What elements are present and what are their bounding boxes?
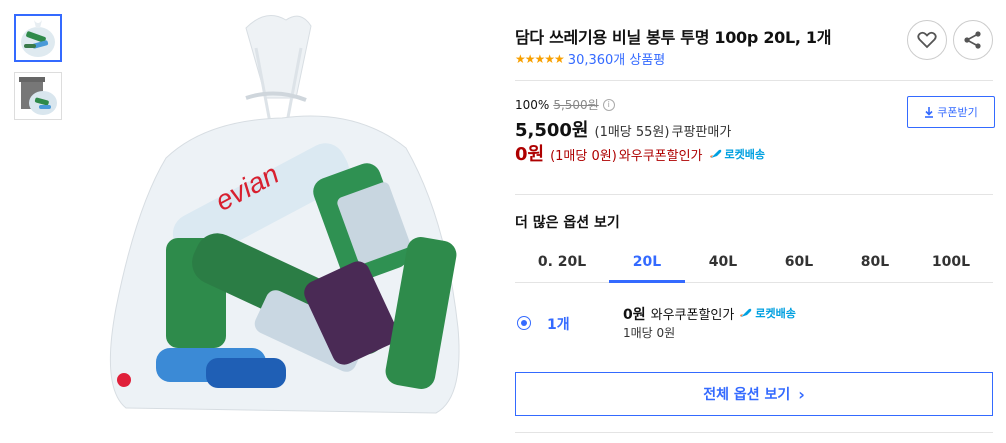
thumbnail-1[interactable]	[14, 14, 62, 62]
all-options-label: 전체 옵션 보기	[703, 387, 791, 403]
product-info-panel: 담다 쓰레기용 비닐 봉투 투명 100p 20L, 1개 ★★★★★ 30,3…	[515, 0, 995, 443]
discount-rate: 100%	[515, 97, 550, 112]
coupon-price: 0원	[515, 144, 545, 165]
option-price-tag: 와우쿠폰할인가	[650, 308, 735, 323]
option-tabs: 0. 20L 20L 40L 60L 80L 100L	[515, 250, 993, 283]
share-icon	[964, 31, 981, 49]
option-tab[interactable]: 60L	[761, 250, 837, 282]
share-button[interactable]	[953, 20, 993, 60]
divider	[515, 432, 993, 433]
thumbnail-1-image	[21, 20, 55, 57]
rocket-icon	[709, 149, 721, 158]
option-tab[interactable]: 100L	[913, 250, 989, 282]
option-label: 1개	[547, 317, 570, 333]
sale-price-row: 5,500원 (1매당 55원) 쿠팡판매가	[515, 116, 731, 142]
coupon-download-label: 쿠폰받기	[937, 106, 978, 119]
review-count-link[interactable]: 30,360개 상품평	[568, 49, 665, 68]
divider	[515, 194, 993, 195]
option-rocket-label: 로켓배송	[755, 307, 796, 320]
coupon-unit-price: (1매당 0원)	[550, 149, 617, 164]
star-rating: ★★★★★	[515, 51, 565, 66]
option-tab[interactable]: 0. 20L	[515, 250, 609, 282]
original-price: 5,500원	[553, 98, 599, 112]
more-options-title: 더 많은 옵션 보기	[515, 215, 620, 231]
original-price-row: 100% 5,500원 i	[515, 96, 615, 113]
option-tab[interactable]: 40L	[685, 250, 761, 282]
product-main-image: evian	[96, 8, 468, 428]
coupon-price-row: 0원 (1매당 0원) 와우쿠폰할인가 로켓배송	[515, 140, 765, 166]
option-rocket-badge: 로켓배송	[739, 305, 796, 321]
all-options-button[interactable]: 전체 옵션 보기 ›	[515, 372, 993, 416]
rocket-icon	[740, 308, 752, 317]
product-title: 담다 쓰레기용 비닐 봉투 투명 100p 20L, 1개	[515, 28, 832, 47]
coupon-price-tag: 와우쿠폰할인가	[618, 149, 703, 164]
option-item[interactable]: 1개 0원 와우쿠폰할인가 로켓배송 1매당 0원	[515, 300, 993, 348]
option-radio[interactable]	[517, 316, 531, 330]
heart-icon	[917, 31, 937, 49]
rocket-delivery-badge: 로켓배송	[709, 146, 765, 162]
info-icon[interactable]: i	[602, 98, 615, 111]
divider	[515, 80, 993, 81]
option-tab[interactable]: 80L	[837, 250, 913, 282]
wishlist-button[interactable]	[907, 20, 947, 60]
option-tab-active[interactable]: 20L	[609, 250, 685, 283]
option-price-row: 0원 와우쿠폰할인가 로켓배송	[623, 304, 796, 324]
sale-price: 5,500원	[515, 120, 589, 141]
coupon-download-button[interactable]: 쿠폰받기	[907, 96, 995, 128]
download-icon	[925, 106, 934, 118]
thumbnail-list	[14, 14, 64, 130]
thumbnail-2[interactable]	[14, 72, 62, 120]
chevron-right-icon: ›	[798, 384, 805, 404]
sale-unit-price: (1매당 55원)	[594, 125, 670, 140]
option-unit-price: 1매당 0원	[623, 326, 676, 340]
sale-price-tag: 쿠팡판매가	[671, 125, 732, 140]
option-price: 0원	[623, 307, 646, 323]
rocket-delivery-label: 로켓배송	[724, 148, 766, 161]
rating-row: ★★★★★ 30,360개 상품평	[515, 49, 665, 69]
thumbnail-2-image	[19, 77, 57, 115]
